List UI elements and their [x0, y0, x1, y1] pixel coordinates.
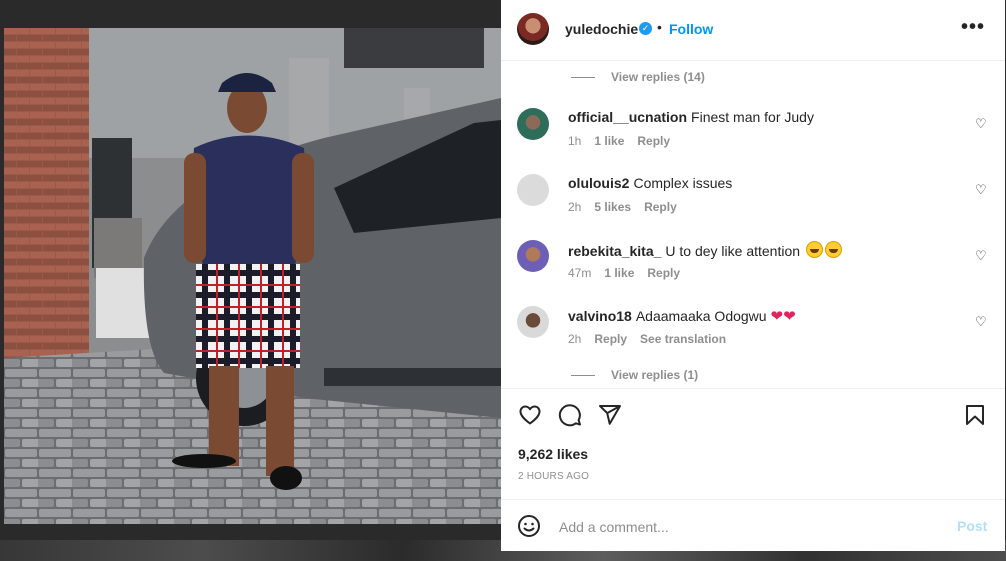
comment-body: Complex issues — [633, 175, 733, 191]
reply-button[interactable]: Reply — [637, 134, 670, 148]
likes-count[interactable]: 9,262 likes — [518, 446, 588, 462]
post-photo — [4, 28, 501, 524]
replies-line — [571, 77, 595, 79]
comment-heart-icon[interactable]: ♡ — [975, 314, 987, 330]
share-icon[interactable] — [598, 403, 622, 427]
replies-line — [571, 375, 595, 377]
comment-meta: 47m 1 like Reply — [568, 266, 693, 280]
comment-likes[interactable]: 5 likes — [594, 200, 631, 214]
comment-time: 2h — [568, 332, 582, 346]
comment-likes[interactable]: 1 like — [604, 266, 634, 280]
post-button[interactable]: Post — [957, 518, 987, 534]
post-side-panel: yuledochie ✓ • Follow ••• View replies (… — [501, 0, 1005, 551]
post-actions: 9,262 likes 2 HOURS AGO — [501, 388, 1005, 500]
author-username[interactable]: yuledochie — [565, 21, 638, 37]
comment-heart-icon[interactable]: ♡ — [975, 116, 987, 132]
see-translation-button[interactable]: See translation — [640, 332, 726, 346]
commenter-avatar[interactable] — [517, 174, 549, 206]
view-replies-label: View replies (14) — [611, 70, 705, 84]
post-timestamp: 2 HOURS AGO — [518, 471, 590, 482]
comment-time: 2h — [568, 200, 582, 214]
comment-body: Finest man for Judy — [691, 109, 814, 125]
commenter-avatar[interactable] — [517, 108, 549, 140]
comment-icon[interactable] — [558, 403, 582, 427]
reply-button[interactable]: Reply — [647, 266, 680, 280]
comment-meta: 1h 1 like Reply — [568, 134, 683, 148]
heart-icon[interactable] — [518, 403, 542, 427]
commenter-username[interactable]: olulouis2 — [568, 175, 629, 191]
reply-button[interactable]: Reply — [594, 332, 627, 346]
commenter-username[interactable]: valvino18 — [568, 308, 632, 324]
comment-text: rebekita_kita_ U to dey like attention — [568, 241, 842, 259]
comment-body: Adaamaaka Odogwu — [635, 308, 767, 324]
follow-button[interactable]: Follow — [669, 21, 713, 37]
commenter-username[interactable]: rebekita_kita_ — [568, 243, 661, 259]
more-options-icon[interactable]: ••• — [961, 16, 985, 39]
red-heart-emoji-icon: ❤ — [783, 308, 796, 325]
comment-meta: 2h 5 likes Reply — [568, 200, 690, 214]
author-avatar[interactable] — [517, 13, 549, 45]
comment-composer: Post — [501, 499, 1005, 552]
comment-item: official__ucnation Finest man for Judy 1h… — [517, 108, 997, 168]
commenter-username[interactable]: official__ucnation — [568, 109, 687, 125]
comment-item: olulouis2 Complex issues 2h 5 likes Reply ♡ — [517, 174, 997, 234]
comment-time: 47m — [568, 266, 592, 280]
comment-heart-icon[interactable]: ♡ — [975, 248, 987, 264]
view-replies-button[interactable]: View replies (14) — [571, 70, 705, 84]
red-heart-emoji-icon: ❤ — [770, 308, 784, 325]
comment-meta: 2h Reply See translation — [568, 332, 739, 346]
comment-item: valvino18 Adaamaaka Odogwu ❤❤ 2h Reply See … — [517, 306, 997, 366]
laughing-emoji-icon — [824, 241, 842, 258]
comment-input[interactable] — [557, 514, 941, 540]
comment-item: rebekita_kita_ U to dey like attention 47… — [517, 240, 997, 300]
comments-list[interactable]: View replies (14) official__ucnation Fine… — [501, 61, 1005, 387]
emoji-icon[interactable] — [517, 514, 541, 538]
comment-text: official__ucnation Finest man for Judy — [568, 109, 814, 125]
view-replies-label: View replies (1) — [611, 368, 699, 382]
comment-likes[interactable]: 1 like — [594, 134, 624, 148]
comment-text: olulouis2 Complex issues — [568, 175, 732, 191]
post-header: yuledochie ✓ • Follow ••• — [501, 0, 1005, 61]
verified-badge-icon: ✓ — [639, 22, 652, 35]
bookmark-icon[interactable] — [963, 403, 987, 427]
commenter-avatar[interactable] — [517, 240, 549, 272]
post-photo-image — [4, 28, 501, 524]
comment-heart-icon[interactable]: ♡ — [975, 182, 987, 198]
laughing-emoji-icon — [805, 241, 823, 258]
reply-button[interactable]: Reply — [644, 200, 677, 214]
comment-time: 1h — [568, 134, 582, 148]
header-separator: • — [657, 19, 662, 35]
commenter-avatar[interactable] — [517, 306, 549, 338]
comment-body: U to dey like attention — [665, 243, 801, 259]
view-replies-button[interactable]: View replies (1) — [571, 368, 698, 382]
comment-text: valvino18 Adaamaaka Odogwu ❤❤ — [568, 307, 796, 325]
